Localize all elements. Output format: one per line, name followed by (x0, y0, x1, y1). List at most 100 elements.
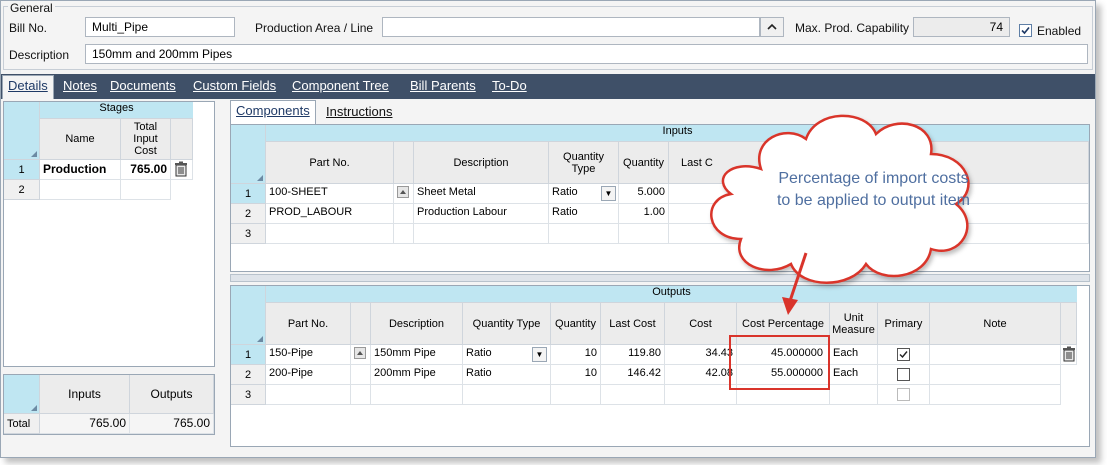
trash-icon[interactable] (1062, 346, 1076, 362)
tab-bill-parents[interactable]: Bill Parents (410, 78, 476, 93)
outputs-col-note[interactable]: Note (930, 303, 1061, 345)
input-description-cell[interactable]: Production Labour (414, 204, 549, 224)
outputs-col-quantity-type[interactable]: Quantity Type (463, 303, 551, 345)
tab-notes[interactable]: Notes (63, 78, 97, 93)
output-unit-cell[interactable]: Each (830, 345, 878, 365)
inputs-col-quantity-type[interactable]: Quantity Type (549, 142, 619, 184)
inputs-row-header[interactable]: 3 (231, 224, 266, 244)
stage-name-cell[interactable] (40, 180, 121, 200)
input-description-cell[interactable] (414, 224, 549, 244)
output-quantity-cell[interactable] (551, 385, 601, 405)
stages-grid: Stages Name Total Input Cost 1 Productio… (3, 101, 215, 367)
output-quantity-cell[interactable]: 10 (551, 365, 601, 385)
output-delete-cell[interactable] (1061, 345, 1077, 365)
inputs-row-header[interactable]: 1 (231, 184, 266, 204)
stages-row-header[interactable]: 2 (4, 180, 40, 200)
input-quantity-cell[interactable]: 1.00 (619, 204, 669, 224)
totals-corner (4, 375, 40, 414)
outputs-grid: Outputs Part No. Description Quantity Ty… (230, 285, 1090, 447)
totals-inputs-value: 765.00 (40, 414, 130, 434)
output-note-cell[interactable] (930, 345, 1061, 365)
outputs-row-header[interactable]: 2 (231, 365, 266, 385)
output-cost-cell: 42.08 (665, 365, 737, 385)
input-part-cell[interactable] (266, 224, 394, 244)
output-cost-cell (665, 385, 737, 405)
outputs-row-header[interactable]: 1 (231, 345, 266, 365)
chevron-up-icon (767, 23, 777, 30)
inputs-row-header[interactable]: 2 (231, 204, 266, 224)
check-icon (1021, 26, 1030, 35)
output-note-cell[interactable] (930, 385, 1061, 405)
input-quantity-cell[interactable]: 5.000 (619, 184, 669, 204)
tab-custom-fields[interactable]: Custom Fields (193, 78, 276, 93)
primary-checkbox[interactable] (897, 368, 910, 381)
callout-text-line1: Percentage of import costs (778, 170, 969, 187)
chevron-down-icon[interactable]: ▼ (601, 186, 616, 201)
input-description-cell[interactable]: Sheet Metal (414, 184, 549, 204)
tab-instructions[interactable]: Instructions (326, 104, 392, 119)
output-part-cell[interactable]: 150-Pipe (266, 345, 351, 365)
enabled-label: Enabled (1037, 24, 1082, 38)
outputs-col-description[interactable]: Description (371, 303, 463, 345)
bill-window: General Bill No. Multi_Pipe Production A… (0, 0, 1096, 458)
chevron-down-icon[interactable]: ▼ (532, 347, 547, 362)
stages-row-header[interactable]: 1 (4, 160, 40, 180)
output-quantity-cell[interactable]: 10 (551, 345, 601, 365)
outputs-col-primary[interactable]: Primary (878, 303, 930, 345)
tab-documents[interactable]: Documents (110, 78, 176, 93)
outputs-col-quantity[interactable]: Quantity (551, 303, 601, 345)
inputs-col-spacer (394, 142, 414, 184)
input-part-cell[interactable]: 100-SHEET (266, 184, 394, 204)
input-sort-cell[interactable] (394, 184, 414, 204)
outputs-row-header[interactable]: 3 (231, 385, 266, 405)
callout-text-line2: to be applied to output item (776, 192, 971, 209)
max-prod-label: Max. Prod. Capability (795, 21, 910, 35)
output-note-cell[interactable] (930, 365, 1061, 385)
stage-cost-cell (121, 180, 171, 200)
input-quantity-type-cell[interactable]: Ratio (549, 204, 619, 224)
inputs-col-part-no[interactable]: Part No. (266, 142, 394, 184)
output-part-cell[interactable]: 200-Pipe (266, 365, 351, 385)
primary-checkbox[interactable] (897, 388, 910, 401)
output-part-cell[interactable] (266, 385, 351, 405)
stages-col-action (171, 119, 193, 160)
totals-row-label: Total (4, 414, 40, 434)
outputs-corner (231, 286, 266, 345)
bill-no-field[interactable]: Multi_Pipe (85, 17, 235, 37)
production-area-dropdown-button[interactable] (760, 17, 784, 37)
outputs-col-last-cost[interactable]: Last Cost (601, 303, 665, 345)
output-quantity-type-cell[interactable] (463, 385, 551, 405)
input-part-cell[interactable]: PROD_LABOUR (266, 204, 394, 224)
tab-details[interactable]: Details (2, 75, 54, 99)
output-unit-cell[interactable] (830, 385, 878, 405)
enabled-checkbox[interactable] (1019, 24, 1032, 37)
primary-checkbox[interactable] (897, 348, 910, 361)
output-unit-cell[interactable]: Each (830, 365, 878, 385)
stages-col-name[interactable]: Name (40, 119, 121, 160)
output-description-cell[interactable]: 200mm Pipe (371, 365, 463, 385)
inputs-col-quantity[interactable]: Quantity (619, 142, 669, 184)
output-description-cell[interactable] (371, 385, 463, 405)
outputs-col-part-no[interactable]: Part No. (266, 303, 351, 345)
description-field[interactable]: 150mm and 200mm Pipes (85, 44, 1088, 64)
collapse-arrow-icon[interactable] (397, 186, 409, 198)
tab-component-tree[interactable]: Component Tree (292, 78, 389, 93)
outputs-col-unit-measure[interactable]: Unit Measure (830, 303, 878, 345)
production-area-field[interactable] (382, 17, 760, 37)
output-sort-cell[interactable] (351, 345, 371, 365)
input-quantity-type-cell[interactable] (549, 224, 619, 244)
collapse-arrow-icon[interactable] (354, 347, 366, 359)
tab-to-do[interactable]: To-Do (492, 78, 527, 93)
input-quantity-cell[interactable] (619, 224, 669, 244)
stage-delete-cell[interactable] (171, 160, 193, 180)
stages-col-cost[interactable]: Total Input Cost (121, 119, 171, 160)
trash-icon[interactable] (174, 161, 188, 177)
inputs-col-description[interactable]: Description (414, 142, 549, 184)
tab-components[interactable]: Components (230, 100, 316, 124)
totals-grid: Inputs Outputs Total 765.00 765.00 (3, 374, 215, 435)
outputs-col-spacer (351, 303, 371, 345)
output-quantity-type-cell[interactable]: Ratio (463, 365, 551, 385)
stage-name-cell[interactable]: Production (40, 160, 121, 180)
output-description-cell[interactable]: 150mm Pipe (371, 345, 463, 365)
outputs-col-cost[interactable]: Cost (665, 303, 737, 345)
